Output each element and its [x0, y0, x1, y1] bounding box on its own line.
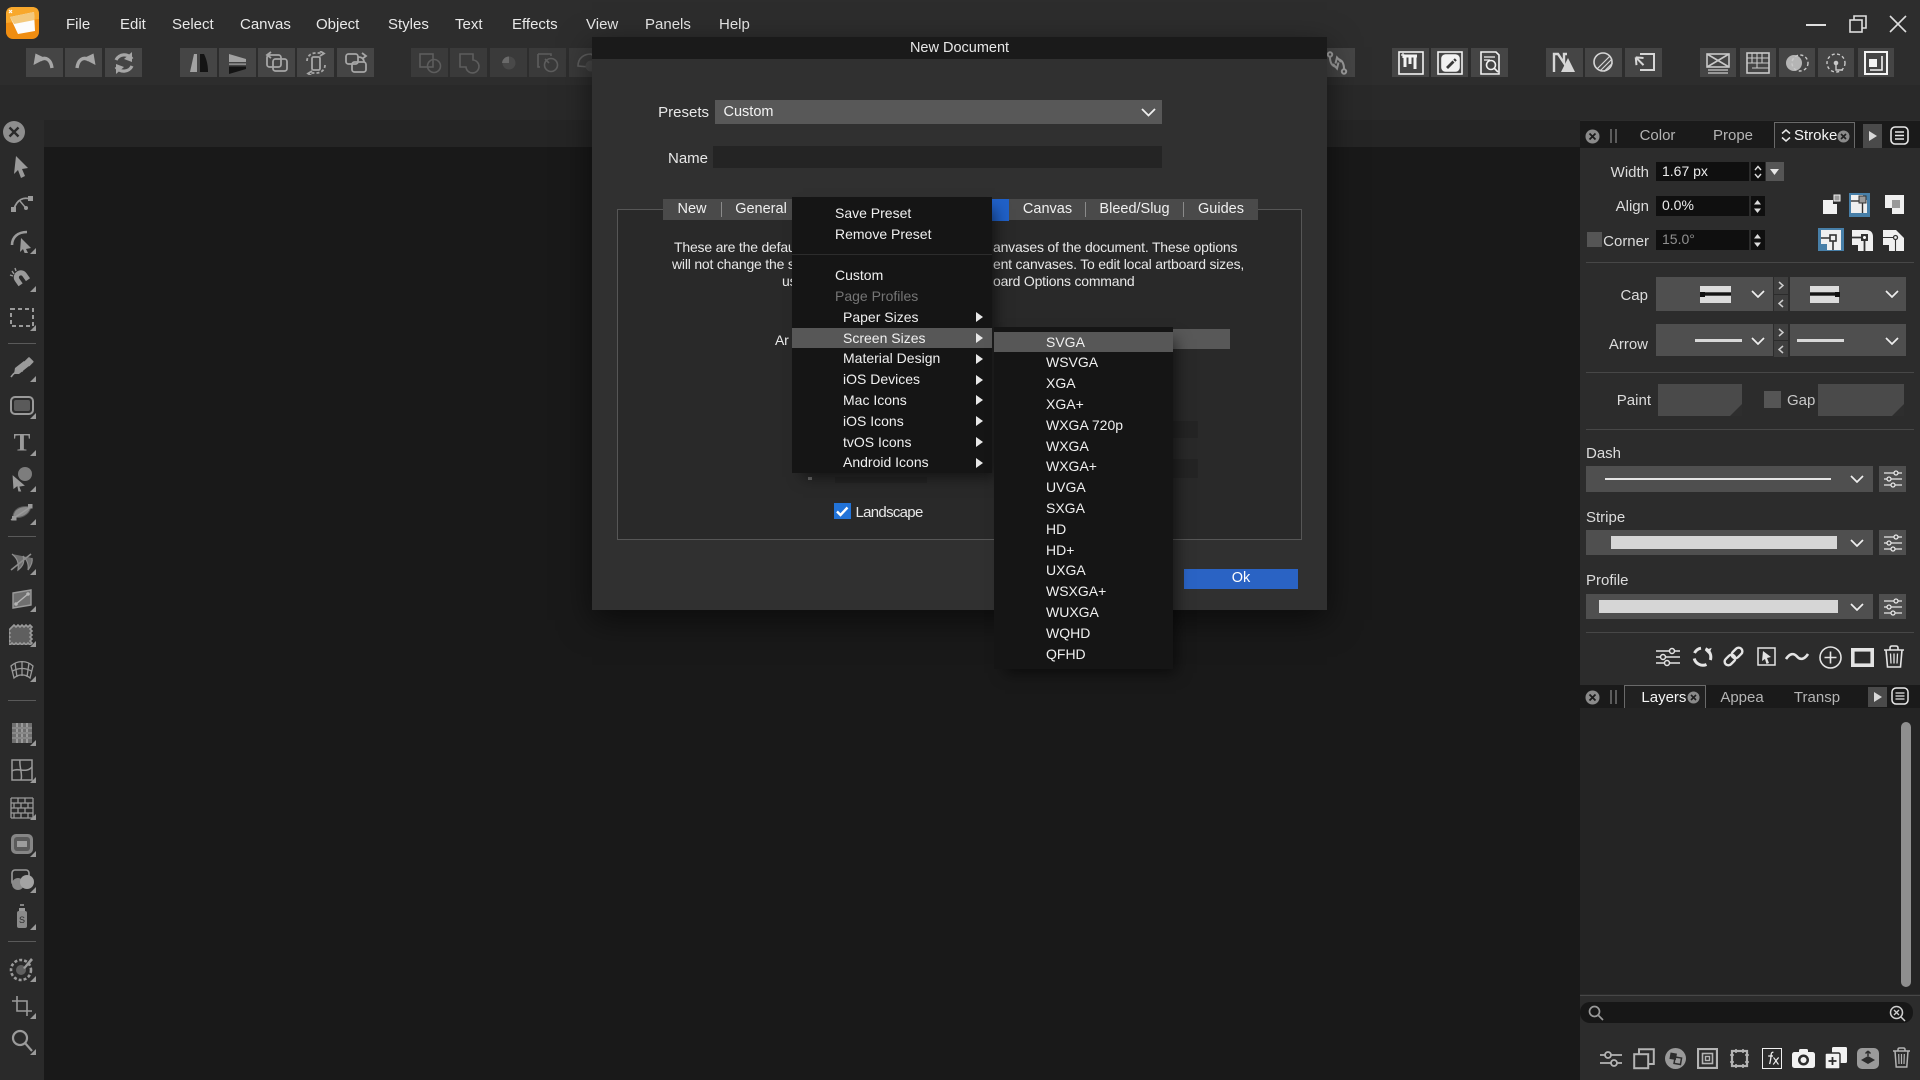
svg-text:S: S: [19, 915, 25, 925]
